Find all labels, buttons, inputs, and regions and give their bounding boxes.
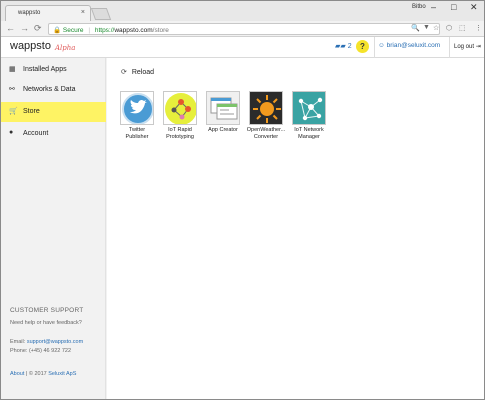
sidebar-item-label: Networks & Data (23, 86, 76, 93)
app-tile-app-creator[interactable]: App Creator (203, 91, 243, 134)
app-name: IoT Rapid Prototyping (166, 127, 194, 140)
reload-button[interactable]: ⟳ Reload (121, 68, 154, 76)
copyright: © 2017 (28, 371, 47, 377)
support-subtitle: Need help or have feedback? (10, 320, 82, 326)
share-icon: ⚯ (9, 86, 15, 93)
lock-icon: 🔒 (53, 27, 62, 34)
logout-button[interactable]: Log out ⇥ (454, 43, 481, 50)
header-divider (374, 37, 375, 58)
filter-icon[interactable]: ▼ (423, 24, 430, 31)
logout-icon: ⇥ (475, 44, 481, 50)
address-separator: | (88, 27, 91, 34)
notifications-button[interactable]: ▰▰ 2 (335, 42, 352, 50)
url-scheme: https:// (94, 27, 115, 34)
devices-icon: ▰▰ (335, 43, 346, 50)
sidebar-footer: About | © 2017 Seluxit ApS (10, 371, 77, 377)
wappsto-logo[interactable]: wappsto (10, 40, 51, 52)
tab-title: wappsto (18, 10, 41, 16)
extension-icon[interactable]: ⬡ (446, 24, 452, 32)
bookmark-star-icon[interactable]: ☆ (433, 24, 439, 32)
sidebar-item-account[interactable]: ● Account (1, 124, 106, 144)
app-name: Twitter Publisher (125, 127, 149, 140)
secure-label: Secure (62, 27, 84, 34)
app-name: IoT Network Manager (294, 127, 324, 140)
minimize-icon[interactable]: – (431, 2, 436, 12)
browser-toolbar: ← → ⟳ 🔒 Secure | https://wappsto.com/sto… (1, 21, 484, 37)
sidebar-item-label: Store (23, 108, 40, 115)
header-divider (449, 37, 450, 58)
search-icon[interactable]: 🔍 (411, 24, 420, 32)
maximize-icon[interactable]: □ (451, 2, 456, 12)
support-heading: CUSTOMER SUPPORT (10, 307, 84, 314)
iot-prototyping-icon (163, 91, 197, 125)
grid-icon: ▦ (9, 66, 16, 73)
user-icon: ● (9, 129, 14, 136)
user-menu[interactable]: ☺ brian@seluxit.com (378, 42, 440, 49)
app-tile-iot-rapid-prototyping[interactable]: IoT Rapid Prototyping (160, 91, 200, 140)
store-content: ⟳ Reload Twitter Publisher IoT Rapid Pro… (107, 58, 484, 399)
sidebar-item-networks-data[interactable]: ⚯ Networks & Data (1, 80, 106, 100)
sidebar-item-installed-apps[interactable]: ▦ Installed Apps (1, 60, 106, 80)
close-window-icon[interactable]: ✕ (470, 2, 478, 12)
address-bar[interactable]: 🔒 Secure | https://wappsto.com/store (48, 23, 440, 35)
notification-count: 2 (347, 43, 352, 50)
company-link[interactable]: Seluxit ApS (48, 371, 76, 377)
alpha-tag: Alpha (55, 44, 76, 52)
new-tab-button[interactable] (90, 8, 112, 20)
tab-close-icon[interactable]: × (81, 9, 85, 16)
browser-window: wappsto × Bitbo – □ ✕ ← → ⟳ 🔒 Secure | h… (0, 0, 485, 400)
support-phone: (+45) 46 922 722 (28, 348, 72, 354)
app-name: OpenWeather... Converter (246, 127, 286, 140)
app-header: wappsto Alpha ▰▰ 2 ? ☺ brian@seluxit.com … (1, 37, 484, 58)
twitter-bird-icon (120, 91, 154, 125)
support-phone-line: Phone: (+45) 46 922 722 (10, 348, 72, 354)
user-email: brian@seluxit.com (386, 42, 441, 49)
browser-tab[interactable]: wappsto × (5, 5, 91, 21)
app-name: App Creator (208, 127, 238, 133)
sidebar: ▦ Installed Apps ⚯ Networks & Data 🛒 Sto… (1, 58, 106, 399)
reload-page-icon[interactable]: ⟳ (34, 23, 42, 34)
user-icon: ☺ (378, 42, 385, 49)
network-icon (292, 91, 326, 125)
cart-icon: 🛒 (9, 108, 18, 115)
forward-icon[interactable]: → (20, 23, 29, 33)
browser-profile-label[interactable]: Bitbo (412, 4, 426, 10)
app-tile-openweather-converter[interactable]: OpenWeather... Converter (246, 91, 286, 140)
refresh-icon: ⟳ (121, 69, 127, 76)
support-email-line: Email: support@wappsto.com (10, 339, 84, 345)
url-path: /store (152, 27, 169, 34)
sun-icon (249, 91, 283, 125)
extension-box-icon[interactable]: ⬚ (459, 24, 466, 32)
browser-menu-icon[interactable]: ⋮ (475, 24, 482, 32)
sidebar-item-store[interactable]: 🛒 Store (1, 102, 106, 122)
sidebar-item-label: Account (23, 130, 49, 137)
app-tile-twitter-publisher[interactable]: Twitter Publisher (117, 91, 157, 140)
back-icon[interactable]: ← (6, 23, 15, 33)
sidebar-item-label: Installed Apps (23, 66, 67, 73)
help-button[interactable]: ? (356, 40, 369, 53)
app-tile-iot-network-manager[interactable]: IoT Network Manager (289, 91, 329, 140)
support-email-link[interactable]: support@wappsto.com (27, 339, 83, 345)
reload-label: Reload (131, 69, 155, 76)
app-creator-icon (206, 91, 240, 125)
url-host: wappsto.com (114, 27, 153, 34)
about-link[interactable]: About (10, 371, 24, 377)
tab-strip: wappsto × Bitbo – □ ✕ (1, 1, 484, 21)
